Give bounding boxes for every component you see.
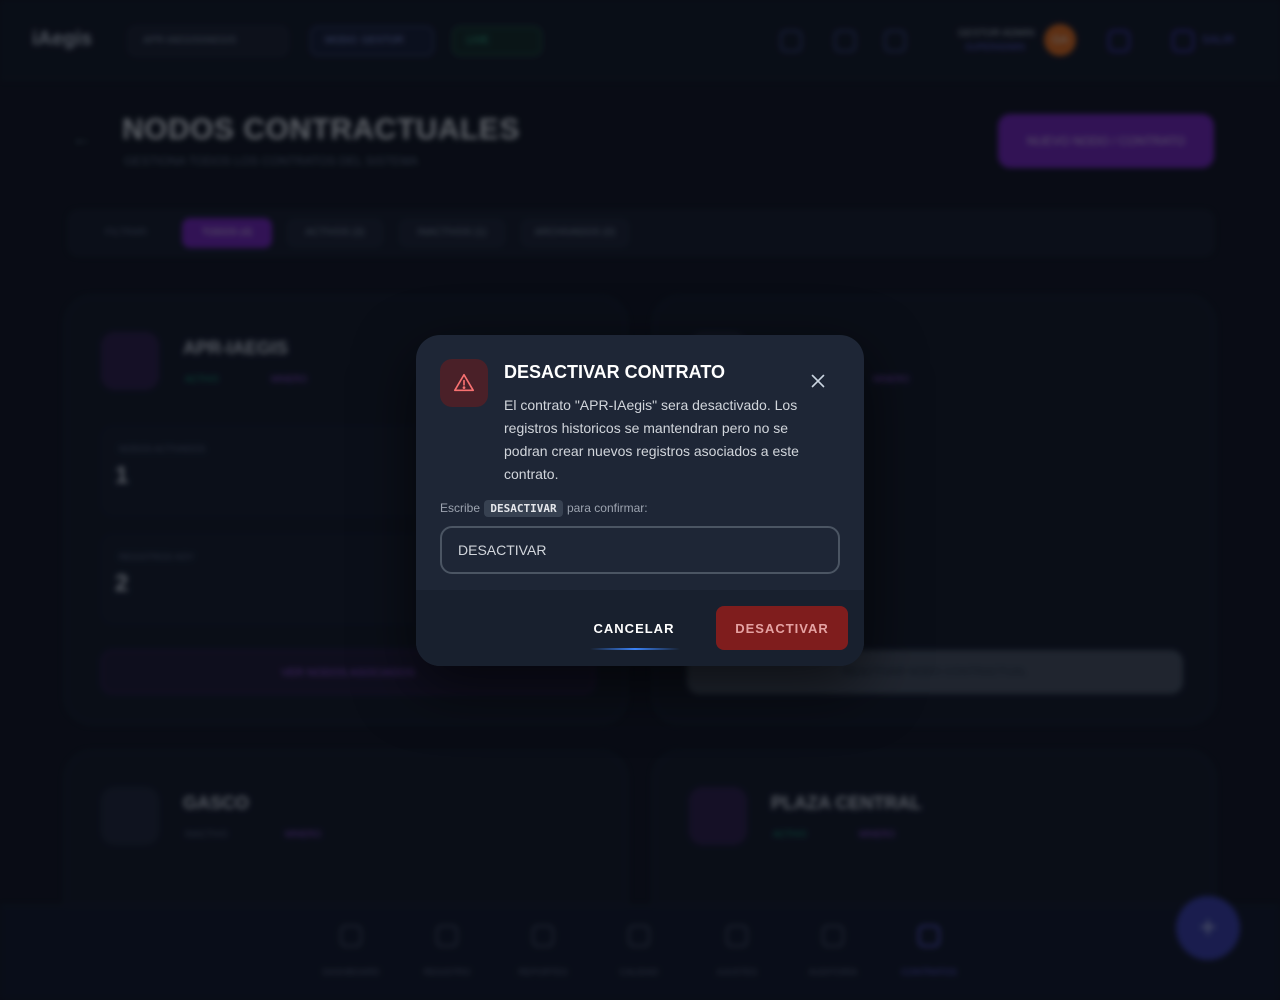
cancel-button[interactable]: CANCELAR — [588, 606, 680, 650]
close-icon — [811, 374, 825, 388]
confirm-prefix: Escribe — [440, 501, 481, 515]
deactivate-button[interactable]: DESACTIVAR — [716, 606, 848, 650]
confirm-input[interactable] — [440, 526, 840, 574]
modal-description: El contrato "APR-IAegis" sera desactivad… — [504, 397, 799, 482]
cancel-focus-underline — [590, 648, 680, 650]
modal-title: DESACTIVAR CONTRATO — [504, 362, 726, 382]
confirm-instruction: Escribe DESACTIVAR para confirmar: — [440, 500, 648, 517]
modal-footer: CANCELAR DESACTIVAR — [416, 590, 864, 666]
deactivate-contract-modal: DESACTIVAR CONTRATO El contrato "APR-IAe… — [416, 335, 864, 666]
warning-badge — [440, 359, 488, 407]
close-button[interactable] — [806, 369, 830, 393]
confirm-keyword: DESACTIVAR — [484, 500, 563, 517]
warning-triangle-icon — [454, 373, 474, 392]
confirm-suffix: para confirmar: — [566, 501, 648, 515]
